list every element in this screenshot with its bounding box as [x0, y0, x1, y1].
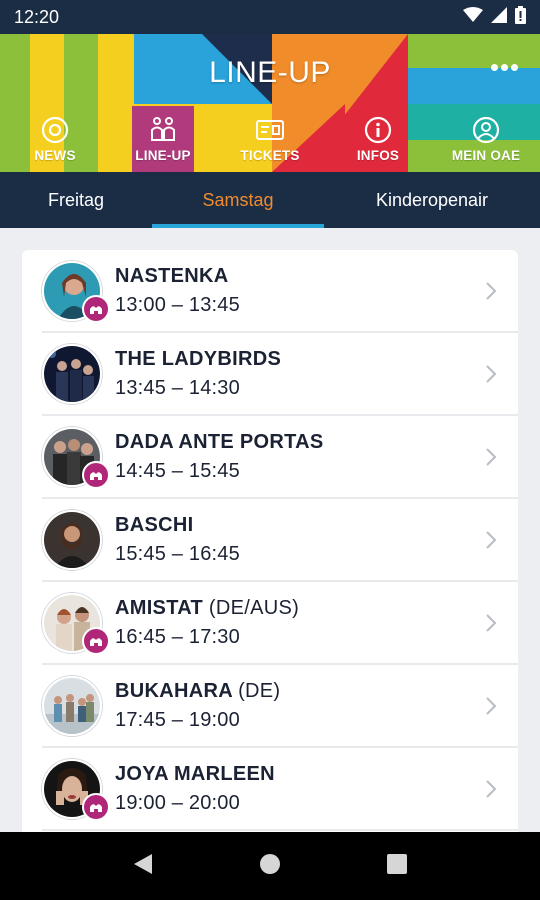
performance-time: 17:45 – 19:00	[115, 708, 240, 731]
artist-name: BASCHI	[115, 514, 476, 537]
lineup-row[interactable]: BASCHI 15:45 – 16:45	[42, 499, 518, 582]
performance-time: 13:45 – 14:30	[115, 376, 240, 399]
chevron-right-icon	[476, 364, 506, 383]
more-dot	[491, 64, 498, 71]
more-dot	[501, 64, 508, 71]
nav-label: LINE-UP	[135, 148, 191, 163]
main-nav: NEWS LINE-UP TICKETS INFOS MEIN OAE	[0, 110, 540, 172]
tab-samstag[interactable]: Samstag	[152, 172, 324, 228]
chevron-right-icon	[476, 447, 506, 466]
status-icons	[463, 5, 526, 29]
chevron-right-icon	[476, 696, 506, 715]
favorite-badge-icon	[82, 792, 110, 821]
artist-name: JOYA MARLEEN	[115, 763, 476, 786]
status-bar: 12:20	[0, 0, 540, 34]
more-options-button[interactable]	[491, 64, 518, 71]
artist-avatar	[42, 509, 102, 570]
info-icon	[364, 114, 392, 146]
system-navigation-bar	[0, 832, 540, 900]
nav-item-tickets[interactable]: TICKETS	[232, 110, 308, 172]
lineup-row[interactable]: THE LADYBIRDS 13:45 – 14:30	[42, 333, 518, 416]
nav-label: INFOS	[356, 148, 400, 163]
wifi-icon	[463, 6, 483, 28]
artist-avatar	[42, 675, 102, 736]
artist-avatar	[42, 343, 102, 404]
artist-name: DADA ANTE PORTAS	[115, 431, 476, 454]
lineup-row[interactable]: BUKAHARA (DE) 17:45 – 19:00	[42, 665, 518, 748]
artist-name: NASTENKA	[115, 265, 476, 288]
performance-time: 15:45 – 16:45	[115, 542, 240, 565]
status-time: 12:20	[14, 6, 60, 27]
avatar	[42, 675, 102, 736]
favorite-badge-icon	[82, 626, 110, 655]
recents-icon[interactable]	[386, 853, 408, 880]
performance-time: 16:45 – 17:30	[115, 625, 240, 648]
chevron-right-icon	[476, 779, 506, 798]
nav-item-mein-oae[interactable]: MEIN OAE	[444, 110, 528, 172]
nav-label: NEWS	[34, 148, 76, 163]
lineup-list: NASTENKA 13:00 – 13:45 THE LADYBIRDS 13:…	[22, 250, 518, 840]
chevron-right-icon	[476, 281, 506, 300]
lineup-row[interactable]: JOYA MARLEEN 19:00 – 20:00	[42, 748, 518, 831]
artist-country: (DE/AUS)	[208, 596, 300, 619]
chevron-right-icon	[476, 530, 506, 549]
performance-time: 13:00 – 13:45	[115, 293, 240, 316]
artist-info: DADA ANTE PORTAS 14:45 – 15:45	[115, 431, 476, 483]
artist-info: JOYA MARLEEN 19:00 – 20:00	[115, 763, 476, 815]
artist-avatar	[42, 260, 110, 323]
chevron-right-icon	[476, 613, 506, 632]
profile-icon	[472, 114, 500, 146]
performance-time: 14:45 – 15:45	[115, 459, 240, 482]
artist-name: BUKAHARA (DE)	[115, 680, 476, 703]
artist-name: AMISTAT (DE/AUS)	[115, 597, 476, 620]
day-tabs: Freitag Samstag Kinderopenair	[0, 172, 540, 228]
page-title: LINE-UP	[209, 56, 331, 89]
favorite-badge-icon	[82, 460, 110, 489]
home-icon[interactable]	[258, 852, 282, 881]
artist-info: AMISTAT (DE/AUS) 16:45 – 17:30	[115, 597, 476, 649]
nav-label: MEIN OAE	[451, 148, 521, 163]
lineup-row[interactable]: AMISTAT (DE/AUS) 16:45 – 17:30	[42, 582, 518, 665]
avatar	[42, 509, 102, 570]
artist-info: THE LADYBIRDS 13:45 – 14:30	[115, 348, 476, 400]
artist-name-text: DADA ANTE PORTAS	[115, 430, 324, 453]
artist-name-text: THE LADYBIRDS	[115, 347, 282, 370]
lineup-row[interactable]: NASTENKA 13:00 – 13:45	[42, 250, 518, 333]
artist-name-text: JOYA MARLEEN	[115, 762, 275, 785]
avatar	[42, 343, 102, 404]
app-header: LINE-UP NEWS LINE-UP TICKETS INFOS MEIN …	[0, 34, 540, 172]
news-icon	[41, 114, 69, 146]
lineup-row[interactable]: DADA ANTE PORTAS 14:45 – 15:45	[42, 416, 518, 499]
back-icon[interactable]	[132, 852, 154, 881]
battery-icon	[515, 5, 526, 29]
artist-avatar	[42, 592, 110, 655]
nav-item-news[interactable]: NEWS	[22, 110, 88, 172]
more-dot	[511, 64, 518, 71]
artist-name-text: BUKAHARA	[115, 679, 233, 702]
artist-info: BUKAHARA (DE) 17:45 – 19:00	[115, 680, 476, 732]
nav-label: TICKETS	[240, 148, 300, 163]
favorite-badge-icon	[82, 294, 110, 323]
artist-avatar	[42, 426, 110, 489]
artist-name-text: AMISTAT	[115, 596, 204, 619]
artist-name-text: BASCHI	[115, 513, 194, 536]
artist-info: NASTENKA 13:00 – 13:45	[115, 265, 476, 317]
tab-freitag[interactable]: Freitag	[0, 172, 152, 228]
nav-item-infos[interactable]: INFOS	[348, 110, 408, 172]
artist-name: THE LADYBIRDS	[115, 348, 476, 371]
performance-time: 19:00 – 20:00	[115, 791, 240, 814]
nav-item-lineup[interactable]: LINE-UP	[128, 110, 198, 172]
tab-kinderopenair[interactable]: Kinderopenair	[324, 172, 540, 228]
artist-avatar	[42, 758, 110, 821]
lineup-icon	[149, 114, 177, 146]
artist-country: (DE)	[238, 679, 281, 702]
ticket-icon	[255, 114, 285, 146]
artist-info: BASCHI 15:45 – 16:45	[115, 514, 476, 566]
signal-icon	[491, 6, 507, 28]
artist-name-text: NASTENKA	[115, 264, 229, 287]
